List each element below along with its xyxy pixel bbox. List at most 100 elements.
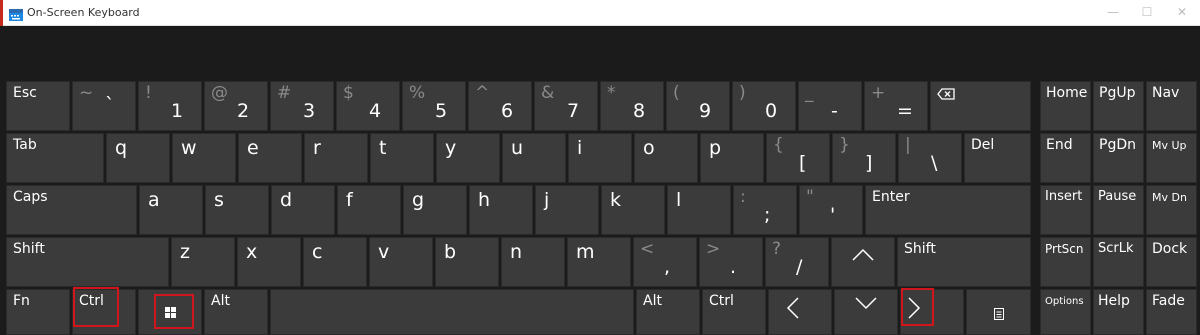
key-e[interactable]: e: [238, 133, 302, 183]
key-v[interactable]: v: [369, 237, 433, 287]
key-alt-right[interactable]: Alt: [636, 289, 700, 335]
key-9[interactable]: ( 9: [666, 81, 730, 131]
key-label: Fn: [13, 293, 30, 309]
key-label: h: [478, 189, 491, 211]
key-equals[interactable]: + =: [864, 81, 928, 131]
key-f[interactable]: f: [337, 185, 401, 235]
key-g[interactable]: g: [403, 185, 467, 235]
key-l[interactable]: l: [667, 185, 731, 235]
key-shift-right[interactable]: Shift: [897, 237, 1031, 287]
key-menu[interactable]: [966, 289, 1031, 335]
key-x[interactable]: x: [237, 237, 301, 287]
key-semicolon[interactable]: : ;: [733, 185, 797, 235]
key-insert[interactable]: Insert: [1040, 185, 1091, 235]
key-q[interactable]: q: [106, 133, 170, 183]
key-m[interactable]: m: [567, 237, 631, 287]
key-options[interactable]: Options: [1040, 289, 1091, 335]
key-esc[interactable]: Esc: [6, 81, 70, 131]
key-arrow-up[interactable]: [831, 237, 895, 287]
key-prtscn[interactable]: PrtScn: [1040, 237, 1091, 287]
key-label: v: [378, 241, 390, 263]
key-0[interactable]: ) 0: [732, 81, 796, 131]
key-2[interactable]: @ 2: [204, 81, 268, 131]
key-comma[interactable]: < ,: [633, 237, 697, 287]
key-b[interactable]: b: [435, 237, 499, 287]
window-title: On-Screen Keyboard: [27, 6, 140, 19]
key-pgdn[interactable]: PgDn: [1093, 133, 1144, 183]
key-i[interactable]: i: [568, 133, 632, 183]
key-minus[interactable]: _ -: [798, 81, 862, 131]
key-label: ': [830, 204, 836, 226]
key-del[interactable]: Del: [964, 133, 1031, 183]
key-c[interactable]: c: [303, 237, 367, 287]
key-label: a: [148, 189, 160, 211]
key-help[interactable]: Help: [1093, 289, 1144, 335]
key-label: g: [412, 189, 425, 211]
key-label: z: [180, 241, 190, 263]
key-1[interactable]: ! 1: [138, 81, 202, 131]
key-mv-up[interactable]: Mv Up: [1146, 133, 1197, 183]
key-fade[interactable]: Fade: [1146, 289, 1197, 335]
key-8[interactable]: * 8: [600, 81, 664, 131]
key-pause[interactable]: Pause: [1093, 185, 1144, 235]
key-label: c: [312, 241, 323, 263]
key-slash[interactable]: ? /: [765, 237, 829, 287]
key-6[interactable]: ^ 6: [468, 81, 532, 131]
key-ctrl-left[interactable]: Ctrl: [72, 289, 136, 335]
key-arrow-right[interactable]: [900, 289, 964, 335]
key-y[interactable]: y: [436, 133, 500, 183]
key-w[interactable]: w: [172, 133, 236, 183]
key-ctrl-right[interactable]: Ctrl: [702, 289, 766, 335]
key-mv-dn[interactable]: Mv Dn: [1146, 185, 1197, 235]
close-button[interactable]: ✕: [1174, 4, 1190, 20]
key-quote[interactable]: " ': [799, 185, 863, 235]
key-space[interactable]: [270, 289, 634, 335]
key-d[interactable]: d: [271, 185, 335, 235]
key-arrow-left[interactable]: [768, 289, 832, 335]
maximize-button[interactable]: ☐: [1139, 4, 1155, 20]
key-backtick[interactable]: ~ `: [72, 81, 136, 131]
key-alt-left[interactable]: Alt: [204, 289, 268, 335]
key-s[interactable]: s: [205, 185, 269, 235]
backspace-icon: [937, 85, 955, 104]
key-backspace[interactable]: [930, 81, 1031, 131]
key-u[interactable]: u: [502, 133, 566, 183]
key-tab[interactable]: Tab: [6, 133, 104, 183]
key-windows[interactable]: [138, 289, 202, 335]
key-enter[interactable]: Enter: [865, 185, 1031, 235]
key-k[interactable]: k: [601, 185, 665, 235]
key-end[interactable]: End: [1040, 133, 1091, 183]
key-period[interactable]: > .: [699, 237, 763, 287]
key-n[interactable]: n: [501, 237, 565, 287]
key-pgup[interactable]: PgUp: [1093, 81, 1144, 131]
key-backslash[interactable]: | \: [898, 133, 962, 183]
key-shift-left[interactable]: Shift: [6, 237, 169, 287]
key-right-bracket[interactable]: } ]: [832, 133, 896, 183]
key-3[interactable]: # 3: [270, 81, 334, 131]
key-h[interactable]: h: [469, 185, 533, 235]
key-caps[interactable]: Caps: [6, 185, 137, 235]
key-label: Shift: [13, 241, 45, 257]
key-7[interactable]: & 7: [534, 81, 598, 131]
key-z[interactable]: z: [171, 237, 235, 287]
key-left-bracket[interactable]: { [: [766, 133, 830, 183]
key-j[interactable]: j: [535, 185, 599, 235]
key-fn[interactable]: Fn: [6, 289, 70, 335]
key-scrlk[interactable]: ScrLk: [1093, 237, 1144, 287]
key-r[interactable]: r: [304, 133, 368, 183]
key-4[interactable]: $ 4: [336, 81, 400, 131]
key-dock[interactable]: Dock: [1146, 237, 1197, 287]
key-arrow-down[interactable]: [834, 289, 898, 335]
key-o[interactable]: o: [634, 133, 698, 183]
minimize-button[interactable]: —: [1105, 4, 1121, 20]
key-nav[interactable]: Nav: [1146, 81, 1197, 131]
key-label: p: [709, 137, 722, 159]
key-label: Esc: [13, 85, 37, 101]
key-t[interactable]: t: [370, 133, 434, 183]
windows-logo-icon: [139, 290, 201, 334]
key-shift-label: <: [640, 239, 655, 259]
key-5[interactable]: % 5: [402, 81, 466, 131]
key-p[interactable]: p: [700, 133, 764, 183]
key-home[interactable]: Home: [1040, 81, 1091, 131]
key-a[interactable]: a: [139, 185, 203, 235]
